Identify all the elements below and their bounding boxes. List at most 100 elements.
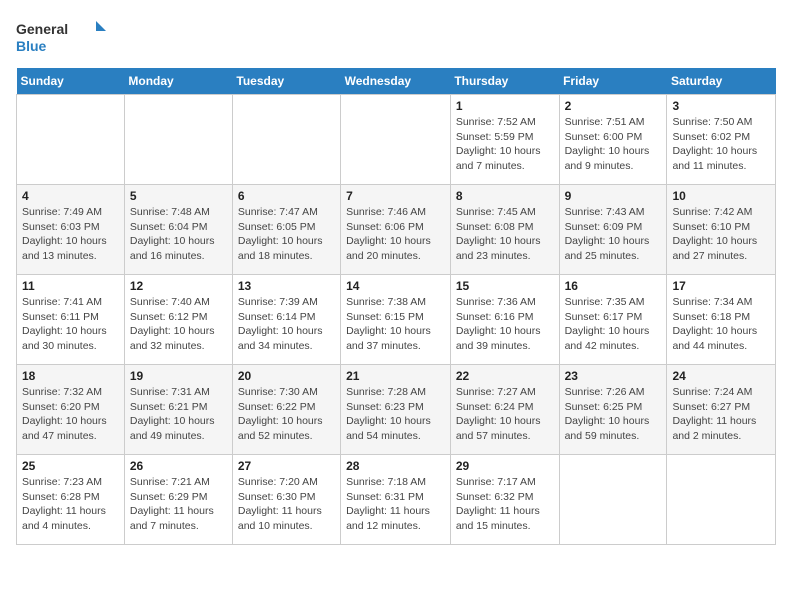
day-cell: 24 Sunrise: 7:24 AM Sunset: 6:27 PM Dayli… <box>667 365 776 455</box>
day-number: 27 <box>238 459 335 473</box>
day-number: 13 <box>238 279 335 293</box>
day-cell <box>17 95 125 185</box>
day-cell: 7 Sunrise: 7:46 AM Sunset: 6:06 PM Daylig… <box>341 185 451 275</box>
day-info: Sunrise: 7:18 AM Sunset: 6:31 PM Dayligh… <box>346 475 445 534</box>
week-row-1: 1 Sunrise: 7:52 AM Sunset: 5:59 PM Daylig… <box>17 95 776 185</box>
day-cell: 11 Sunrise: 7:41 AM Sunset: 6:11 PM Dayli… <box>17 275 125 365</box>
day-number: 16 <box>565 279 662 293</box>
day-cell: 21Sunrise: 7:28 AM Sunset: 6:23 PM Dayli… <box>341 365 451 455</box>
week-row-5: 25Sunrise: 7:23 AM Sunset: 6:28 PM Dayli… <box>17 455 776 545</box>
day-number: 22 <box>456 369 554 383</box>
day-cell: 3 Sunrise: 7:50 AM Sunset: 6:02 PM Daylig… <box>667 95 776 185</box>
day-info: Sunrise: 7:35 AM Sunset: 6:17 PM Dayligh… <box>565 295 662 354</box>
logo-svg: General Blue <box>16 16 106 56</box>
day-number: 14 <box>346 279 445 293</box>
day-info: Sunrise: 7:40 AM Sunset: 6:12 PM Dayligh… <box>130 295 227 354</box>
day-number: 10 <box>672 189 770 203</box>
week-row-4: 18 Sunrise: 7:32 AM Sunset: 6:20 PM Dayli… <box>17 365 776 455</box>
day-cell: 23Sunrise: 7:26 AM Sunset: 6:25 PM Dayli… <box>559 365 667 455</box>
week-row-3: 11 Sunrise: 7:41 AM Sunset: 6:11 PM Dayli… <box>17 275 776 365</box>
day-info: Sunrise: 7:51 AM Sunset: 6:00 PM Dayligh… <box>565 115 662 174</box>
day-cell <box>559 455 667 545</box>
day-info: Sunrise: 7:46 AM Sunset: 6:06 PM Dayligh… <box>346 205 445 264</box>
svg-text:General: General <box>16 21 68 37</box>
col-header-monday: Monday <box>124 68 232 95</box>
day-cell: 12 Sunrise: 7:40 AM Sunset: 6:12 PM Dayli… <box>124 275 232 365</box>
day-cell <box>341 95 451 185</box>
day-cell: 28 Sunrise: 7:18 AM Sunset: 6:31 PM Dayli… <box>341 455 451 545</box>
day-info: Sunrise: 7:36 AM Sunset: 6:16 PM Dayligh… <box>456 295 554 354</box>
day-info: Sunrise: 7:21 AM Sunset: 6:29 PM Dayligh… <box>130 475 227 534</box>
day-number: 12 <box>130 279 227 293</box>
day-cell <box>232 95 340 185</box>
day-number: 11 <box>22 279 119 293</box>
day-cell: 16 Sunrise: 7:35 AM Sunset: 6:17 PM Dayli… <box>559 275 667 365</box>
day-cell: 27Sunrise: 7:20 AM Sunset: 6:30 PM Dayli… <box>232 455 340 545</box>
col-header-wednesday: Wednesday <box>341 68 451 95</box>
day-info: Sunrise: 7:47 AM Sunset: 6:05 PM Dayligh… <box>238 205 335 264</box>
day-cell: 26 Sunrise: 7:21 AM Sunset: 6:29 PM Dayli… <box>124 455 232 545</box>
day-number: 26 <box>130 459 227 473</box>
day-number: 9 <box>565 189 662 203</box>
col-header-thursday: Thursday <box>450 68 559 95</box>
day-info: Sunrise: 7:32 AM Sunset: 6:20 PM Dayligh… <box>22 385 119 444</box>
day-cell: 20 Sunrise: 7:30 AM Sunset: 6:22 PM Dayli… <box>232 365 340 455</box>
day-info: Sunrise: 7:45 AM Sunset: 6:08 PM Dayligh… <box>456 205 554 264</box>
header-row: SundayMondayTuesdayWednesdayThursdayFrid… <box>17 68 776 95</box>
day-cell: 5 Sunrise: 7:48 AM Sunset: 6:04 PM Daylig… <box>124 185 232 275</box>
day-info: Sunrise: 7:24 AM Sunset: 6:27 PM Dayligh… <box>672 385 770 444</box>
day-cell: 10 Sunrise: 7:42 AM Sunset: 6:10 PM Dayli… <box>667 185 776 275</box>
day-number: 24 <box>672 369 770 383</box>
day-info: Sunrise: 7:39 AM Sunset: 6:14 PM Dayligh… <box>238 295 335 354</box>
day-number: 28 <box>346 459 445 473</box>
day-info: Sunrise: 7:38 AM Sunset: 6:15 PM Dayligh… <box>346 295 445 354</box>
day-number: 7 <box>346 189 445 203</box>
day-cell: 25Sunrise: 7:23 AM Sunset: 6:28 PM Dayli… <box>17 455 125 545</box>
day-info: Sunrise: 7:42 AM Sunset: 6:10 PM Dayligh… <box>672 205 770 264</box>
day-cell: 2Sunrise: 7:51 AM Sunset: 6:00 PM Daylig… <box>559 95 667 185</box>
calendar-table: SundayMondayTuesdayWednesdayThursdayFrid… <box>16 68 776 545</box>
day-number: 1 <box>456 99 554 113</box>
day-number: 3 <box>672 99 770 113</box>
day-cell: 14 Sunrise: 7:38 AM Sunset: 6:15 PM Dayli… <box>341 275 451 365</box>
week-row-2: 4 Sunrise: 7:49 AM Sunset: 6:03 PM Daylig… <box>17 185 776 275</box>
day-cell: 29Sunrise: 7:17 AM Sunset: 6:32 PM Dayli… <box>450 455 559 545</box>
day-cell: 18 Sunrise: 7:32 AM Sunset: 6:20 PM Dayli… <box>17 365 125 455</box>
day-number: 6 <box>238 189 335 203</box>
day-cell: 15Sunrise: 7:36 AM Sunset: 6:16 PM Dayli… <box>450 275 559 365</box>
day-info: Sunrise: 7:43 AM Sunset: 6:09 PM Dayligh… <box>565 205 662 264</box>
day-info: Sunrise: 7:41 AM Sunset: 6:11 PM Dayligh… <box>22 295 119 354</box>
day-cell: 17 Sunrise: 7:34 AM Sunset: 6:18 PM Dayli… <box>667 275 776 365</box>
day-number: 8 <box>456 189 554 203</box>
svg-text:Blue: Blue <box>16 38 47 54</box>
day-cell: 4 Sunrise: 7:49 AM Sunset: 6:03 PM Daylig… <box>17 185 125 275</box>
day-info: Sunrise: 7:34 AM Sunset: 6:18 PM Dayligh… <box>672 295 770 354</box>
day-cell: 13 Sunrise: 7:39 AM Sunset: 6:14 PM Dayli… <box>232 275 340 365</box>
day-number: 29 <box>456 459 554 473</box>
col-header-saturday: Saturday <box>667 68 776 95</box>
day-number: 21 <box>346 369 445 383</box>
day-number: 20 <box>238 369 335 383</box>
day-number: 17 <box>672 279 770 293</box>
col-header-friday: Friday <box>559 68 667 95</box>
page-header: General Blue <box>16 16 776 56</box>
day-info: Sunrise: 7:49 AM Sunset: 6:03 PM Dayligh… <box>22 205 119 264</box>
logo: General Blue <box>16 16 106 56</box>
day-number: 4 <box>22 189 119 203</box>
day-info: Sunrise: 7:31 AM Sunset: 6:21 PM Dayligh… <box>130 385 227 444</box>
day-info: Sunrise: 7:48 AM Sunset: 6:04 PM Dayligh… <box>130 205 227 264</box>
day-info: Sunrise: 7:30 AM Sunset: 6:22 PM Dayligh… <box>238 385 335 444</box>
day-number: 19 <box>130 369 227 383</box>
day-info: Sunrise: 7:50 AM Sunset: 6:02 PM Dayligh… <box>672 115 770 174</box>
day-cell <box>124 95 232 185</box>
col-header-sunday: Sunday <box>17 68 125 95</box>
day-info: Sunrise: 7:52 AM Sunset: 5:59 PM Dayligh… <box>456 115 554 174</box>
day-number: 5 <box>130 189 227 203</box>
day-cell: 8 Sunrise: 7:45 AM Sunset: 6:08 PM Daylig… <box>450 185 559 275</box>
day-cell: 1 Sunrise: 7:52 AM Sunset: 5:59 PM Daylig… <box>450 95 559 185</box>
day-number: 25 <box>22 459 119 473</box>
day-number: 23 <box>565 369 662 383</box>
day-number: 18 <box>22 369 119 383</box>
day-info: Sunrise: 7:27 AM Sunset: 6:24 PM Dayligh… <box>456 385 554 444</box>
day-cell <box>667 455 776 545</box>
